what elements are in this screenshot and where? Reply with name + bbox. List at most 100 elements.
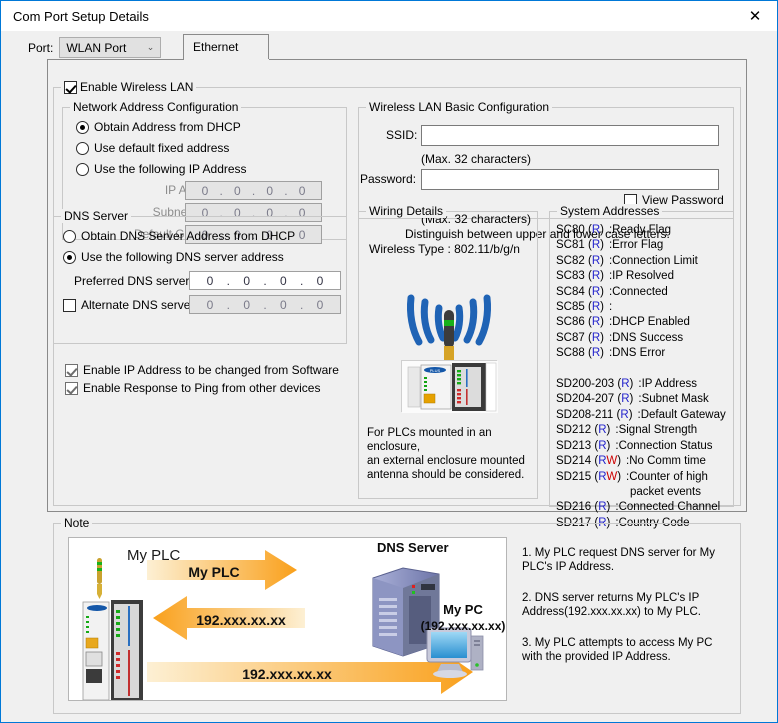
system-address-access: (R) xyxy=(587,316,604,329)
ip-dot: . xyxy=(263,273,267,288)
radio-use-default-fixed-address[interactable]: Use default fixed address xyxy=(76,141,229,155)
alternate-dns-checkbox[interactable] xyxy=(63,298,76,312)
system-address-name: SC87 xyxy=(556,331,585,344)
system-address-access: (R) xyxy=(616,408,633,421)
enable-ping-response-checkbox[interactable] xyxy=(65,381,78,395)
system-address-name: SC88 xyxy=(556,347,585,360)
radio-use-following-dns-indicator[interactable] xyxy=(63,250,76,264)
com-port-setup-window: Com Port Setup Details ✕ Port: WLAN Port… xyxy=(0,0,778,723)
system-address-access: (R) xyxy=(587,270,604,283)
wiring-details-legend: Wiring Details xyxy=(366,204,447,218)
ip-address-octet-1: 0 xyxy=(201,183,209,198)
wiring-note-line1: For PLCs mounted in an enclosure, xyxy=(367,427,492,453)
system-address-desc: :DHCP Enabled xyxy=(608,316,690,329)
diagram-pc-label: My PC xyxy=(443,602,483,617)
system-address-name: SD213 xyxy=(556,439,592,452)
port-combobox-value: WLAN Port xyxy=(66,40,127,55)
ssid-input[interactable] xyxy=(421,125,719,146)
note-group: Note My PLC DNS Server My PC (192.xxx.xx… xyxy=(53,516,741,714)
radio-obtain-dns-dhcp-indicator[interactable] xyxy=(63,229,76,243)
diagram-dns-label: DNS Server xyxy=(377,540,449,555)
system-address-row: SC81 (R) :Error Flag xyxy=(556,238,726,253)
system-addresses-list: SC80 (R):Ready Flag SC81 (R):Error Flag SC… xyxy=(556,223,726,531)
radio-use-following-ip-indicator[interactable] xyxy=(76,162,89,176)
preferred-dns-label: Preferred DNS server: xyxy=(74,274,193,288)
system-address-desc: packet events xyxy=(630,485,701,498)
system-address-access: (R) xyxy=(617,378,634,391)
system-address-name: SC83 xyxy=(556,270,585,283)
system-address-desc: :IP Address xyxy=(638,378,697,391)
diagram-arrow2-label: 192.xxx.xx.xx xyxy=(196,612,286,628)
alternate-dns-field: 0. 0. 0. 0 xyxy=(189,295,341,314)
enable-wireless-lan-legend: Enable Wireless LAN xyxy=(61,80,197,94)
system-address-desc: :Subnet Mask xyxy=(638,393,709,406)
alternate-dns-octet-1: 0 xyxy=(206,297,214,312)
port-combobox[interactable]: WLAN Port ⌄ xyxy=(59,37,162,58)
system-address-desc: :IP Resolved xyxy=(608,270,674,283)
wiring-note-line3: antenna should be considered. xyxy=(367,469,525,481)
system-address-name: SD204-207 xyxy=(556,393,615,406)
dialog-body: Port: WLAN Port ⌄ Ethernet Enable Wirele… xyxy=(1,31,777,722)
checkbox-enable-ip-change-software[interactable]: Enable IP Address to be changed from Sof… xyxy=(65,363,339,377)
system-address-row: SD214 (RW):No Comm time xyxy=(556,454,726,469)
system-address-name: SC85 xyxy=(556,301,585,314)
system-address-row: SC88 (R):DNS Error xyxy=(556,346,726,361)
system-address-name: SC82 xyxy=(556,254,585,267)
system-address-desc: :Error Flag xyxy=(608,239,664,252)
ssid-label: SSID: xyxy=(386,128,418,142)
wireless-type-text: Wireless Type : 802.11/b/g/n xyxy=(369,242,520,256)
radio-use-default-fixed-address-indicator[interactable] xyxy=(76,141,89,155)
system-address-desc: :Signal Strength xyxy=(615,424,698,437)
radio-use-following-ip-label: Use the following IP Address xyxy=(94,162,247,176)
checkbox-enable-ping-response[interactable]: Enable Response to Ping from other devic… xyxy=(65,381,320,395)
alternate-dns-checkbox-row[interactable]: Alternate DNS server: xyxy=(63,298,198,312)
system-address-row: SC80 (R):Ready Flag xyxy=(556,223,726,238)
system-address-name: SD200-203 xyxy=(556,378,615,391)
system-address-access: (R) xyxy=(587,239,604,252)
preferred-dns-field[interactable]: 0. 0. 0. 0 xyxy=(189,271,341,290)
system-address-row xyxy=(556,362,726,377)
system-addresses-legend: System Addresses xyxy=(557,204,663,218)
note-step-2: 2. DNS server returns My PLC's IP Addres… xyxy=(522,592,701,618)
enable-ping-response-label: Enable Response to Ping from other devic… xyxy=(83,381,321,395)
system-address-row: SD216 (R):Connected Channel xyxy=(556,500,726,515)
radio-use-following-ip[interactable]: Use the following IP Address xyxy=(76,162,247,176)
system-address-name: SC84 xyxy=(556,285,585,298)
note-diagram-svg: My PLC DNS Server My PC (192.xxx.xx.xx) … xyxy=(82,540,506,711)
system-address-access: (R) xyxy=(617,393,634,406)
dns-server-legend: DNS Server xyxy=(61,209,132,223)
radio-use-following-dns-label: Use the following DNS server address xyxy=(81,250,284,264)
ip-dot: . xyxy=(299,297,304,312)
wiring-note-line2: an external enclosure mounted xyxy=(367,455,525,467)
alternate-dns-octet-4: 0 xyxy=(316,297,324,312)
enable-wireless-lan-checkbox[interactable] xyxy=(64,80,77,94)
enable-ip-change-software-checkbox[interactable] xyxy=(65,363,78,377)
ssid-hint: (Max. 32 characters) xyxy=(421,152,532,166)
ip-address-octet-3: 0 xyxy=(266,183,274,198)
ip-address-octet-2: 0 xyxy=(233,183,241,198)
system-address-access: (R) xyxy=(587,331,604,344)
radio-obtain-dns-dhcp-label: Obtain DNS Server Address from DHCP xyxy=(81,229,296,243)
system-address-desc: :DNS Success xyxy=(608,331,684,344)
system-address-name: SC81 xyxy=(556,239,585,252)
system-addresses-group: System Addresses SC80 (R):Ready Flag SC81… xyxy=(549,204,734,529)
system-address-desc: :No Comm time xyxy=(626,455,706,468)
radio-obtain-dns-dhcp[interactable]: Obtain DNS Server Address from DHCP xyxy=(63,229,295,243)
system-address-access: (R) xyxy=(594,501,611,514)
port-label: Port: xyxy=(28,40,54,55)
tab-ethernet[interactable]: Ethernet xyxy=(183,34,269,60)
diagram-pc-ip: (192.xxx.xx.xx) xyxy=(421,619,506,633)
password-input[interactable] xyxy=(421,169,719,190)
close-icon[interactable]: ✕ xyxy=(733,1,777,30)
system-address-name: SD216 xyxy=(556,501,592,514)
system-address-desc: :Connection Status xyxy=(615,439,713,452)
system-address-row: SD212 (R):Signal Strength xyxy=(556,423,726,438)
system-address-name: SD215 xyxy=(556,470,592,483)
radio-use-following-dns[interactable]: Use the following DNS server address xyxy=(63,250,284,264)
dns-server-group: DNS Server Obtain DNS Server Address fro… xyxy=(53,209,347,344)
system-address-name: SD212 xyxy=(556,424,592,437)
svg-text:PLUS: PLUS xyxy=(430,368,441,373)
radio-obtain-address-dhcp[interactable]: Obtain Address from DHCP xyxy=(76,120,241,134)
radio-obtain-address-dhcp-indicator[interactable] xyxy=(76,120,89,134)
system-address-access: (R) xyxy=(587,301,604,314)
